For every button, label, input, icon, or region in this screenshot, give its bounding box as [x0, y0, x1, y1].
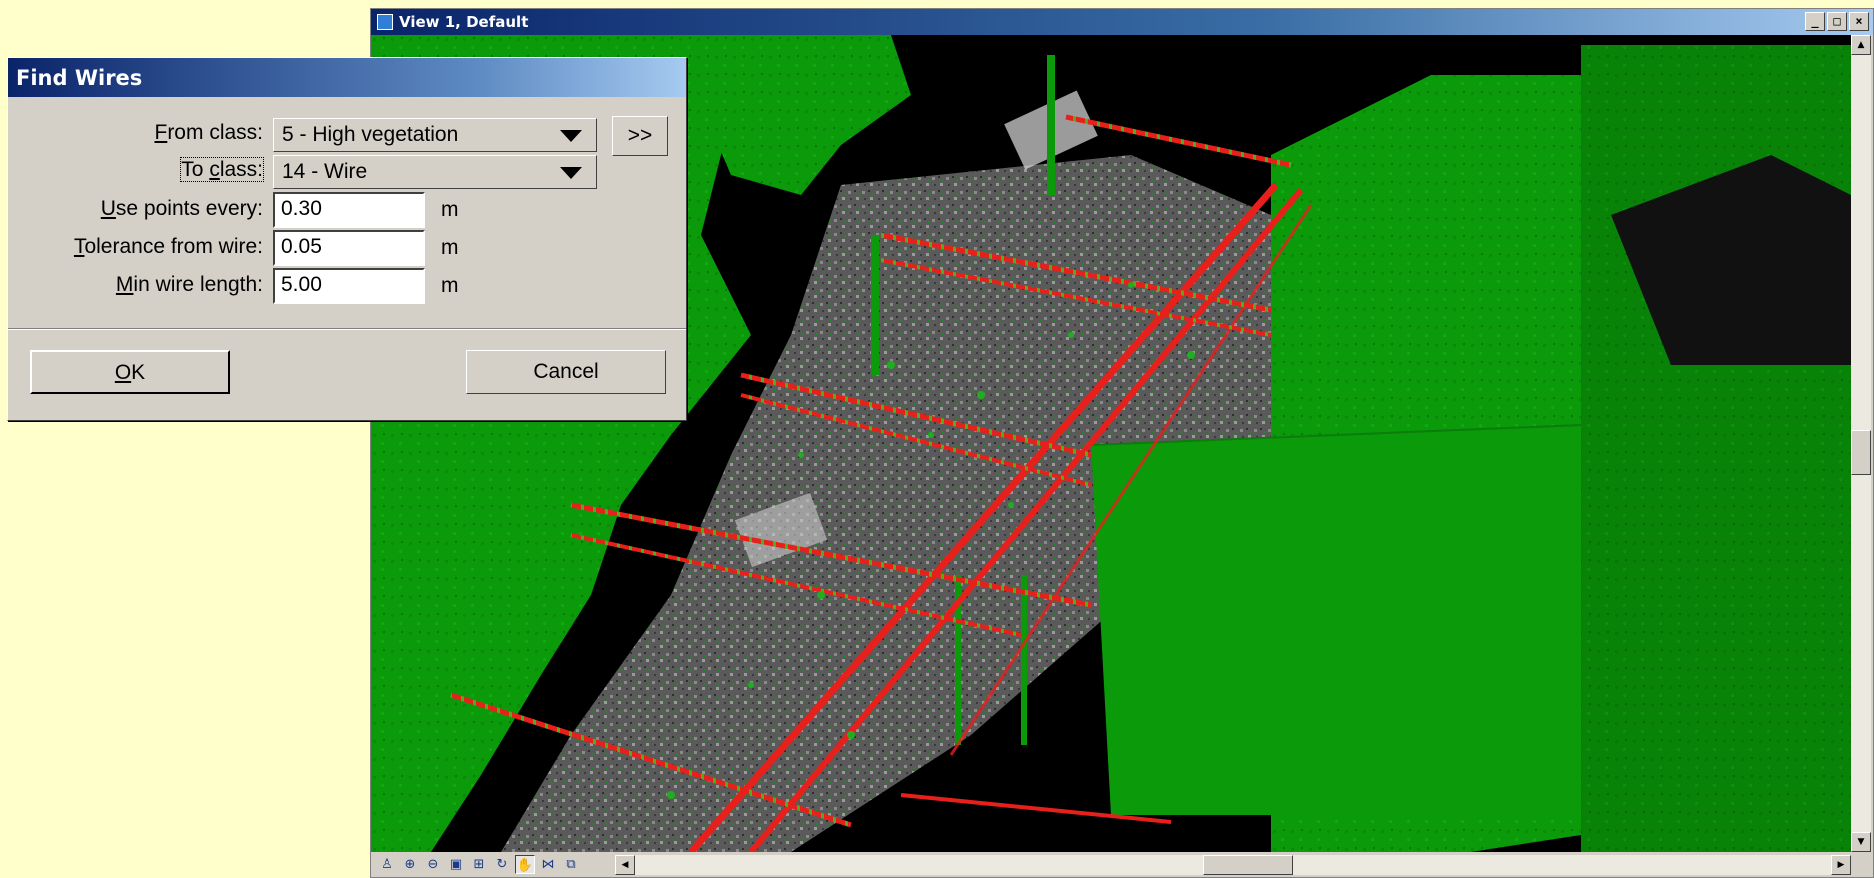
dialog-separator: [8, 328, 686, 330]
pan-icon[interactable]: ✋: [515, 855, 535, 874]
views-icon[interactable]: ⧉: [561, 855, 581, 874]
to-class-select[interactable]: 14 - Wire: [273, 155, 597, 189]
dropdown-arrow-icon: [560, 130, 582, 142]
minimize-button[interactable]: _: [1805, 12, 1825, 31]
maximize-button[interactable]: □: [1827, 12, 1847, 31]
dialog-titlebar[interactable]: Find Wires: [8, 58, 686, 97]
fit-view-icon[interactable]: ▣: [446, 855, 466, 874]
scroll-down-button[interactable]: ▼: [1851, 832, 1871, 852]
tolerance-unit: m: [441, 236, 459, 259]
dialog-title: Find Wires: [16, 65, 143, 90]
to-class-value: 14 - Wire: [282, 160, 368, 183]
view-app-icon: [377, 14, 393, 30]
horizontal-scrollbar[interactable]: ◀ ▶: [615, 855, 1851, 875]
window-controls: _ □ ×: [1805, 12, 1869, 31]
from-class-value: 5 - High vegetation: [282, 123, 459, 146]
horizontal-scroll-thumb[interactable]: [1203, 855, 1293, 875]
dropdown-arrow-icon: [560, 167, 582, 179]
rotate-icon[interactable]: ↻: [492, 855, 512, 874]
use-points-every-label: Use points every:: [100, 197, 263, 220]
view-title: View 1, Default: [399, 13, 529, 31]
zoom-out-icon[interactable]: ⊖: [423, 855, 443, 874]
to-class-label: To class:: [180, 157, 264, 182]
find-wires-dialog: Find Wires From class: 5 - High vegetati…: [7, 57, 687, 421]
close-button[interactable]: ×: [1849, 12, 1869, 31]
vertical-scroll-thumb[interactable]: [1851, 430, 1871, 475]
from-class-select[interactable]: 5 - High vegetation: [273, 118, 597, 152]
more-button[interactable]: >>: [612, 116, 668, 156]
person-icon[interactable]: ♙: [377, 855, 397, 874]
min-wire-length-label: Min wire length:: [115, 273, 263, 296]
min-wire-length-unit: m: [441, 274, 459, 297]
cancel-button[interactable]: Cancel: [466, 350, 666, 394]
use-points-every-unit: m: [441, 198, 459, 221]
tolerance-input[interactable]: 0.05: [273, 230, 425, 266]
fit-all-icon[interactable]: ⊞: [469, 855, 489, 874]
walk-icon[interactable]: ⋈: [538, 855, 558, 874]
view-toolbar: ♙ ⊕ ⊖ ▣ ⊞ ↻ ✋ ⋈ ⧉ ◀ ▶: [371, 852, 1873, 877]
view-tools: ♙ ⊕ ⊖ ▣ ⊞ ↻ ✋ ⋈ ⧉: [377, 855, 581, 874]
vertical-scrollbar[interactable]: ▲ ▼: [1851, 35, 1871, 852]
use-points-every-input[interactable]: 0.30: [273, 192, 425, 228]
tolerance-label: Tolerance from wire:: [73, 235, 263, 258]
zoom-in-icon[interactable]: ⊕: [400, 855, 420, 874]
scroll-up-button[interactable]: ▲: [1851, 35, 1871, 55]
from-class-label: From class:: [154, 121, 263, 144]
view-titlebar[interactable]: View 1, Default _ □ ×: [371, 9, 1873, 35]
min-wire-length-input[interactable]: 5.00: [273, 268, 425, 304]
scroll-left-button[interactable]: ◀: [615, 855, 635, 875]
scroll-right-button[interactable]: ▶: [1831, 855, 1851, 875]
ok-button[interactable]: OK: [30, 350, 230, 394]
